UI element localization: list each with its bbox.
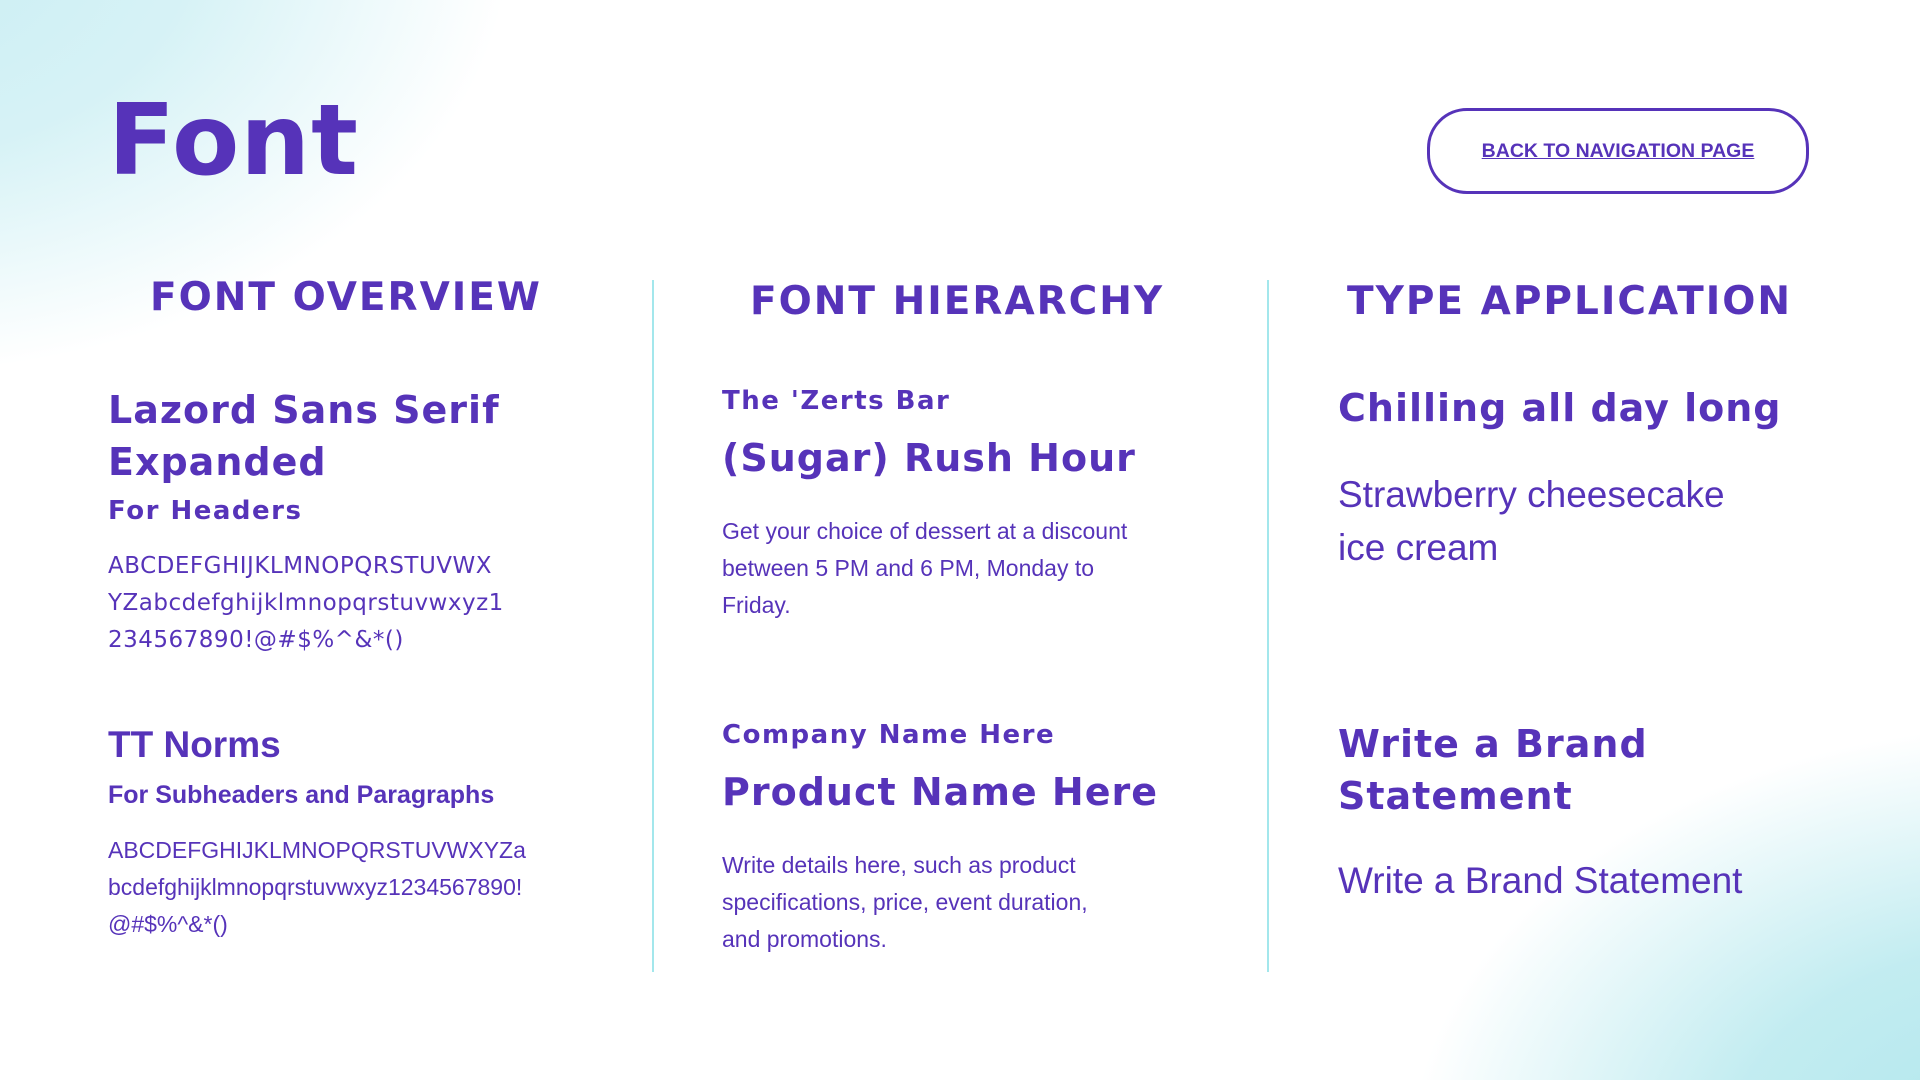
font-overview-heading: FONT OVERVIEW [150, 275, 542, 320]
primary-font-sample-line: ABCDEFGHIJKLMNOPQRSTUVWX [108, 553, 493, 579]
application-sub-line: ice cream [1338, 527, 1499, 568]
hierarchy-body-line: Friday. [722, 592, 791, 618]
application-sub: Strawberry cheesecake ice cream [1338, 468, 1725, 574]
secondary-font-sample: ABCDEFGHIJKLMNOPQRSTUVWXYZa bcdefghijklm… [108, 832, 526, 943]
hierarchy-eyebrow: The 'Zerts Bar [722, 386, 951, 416]
hierarchy-eyebrow: Company Name Here [722, 720, 1056, 750]
secondary-font-sample-line: @#$%^&*() [108, 911, 228, 937]
application-headline: Write a Brand Statement [1338, 718, 1648, 822]
primary-font-usage: For Headers [108, 496, 303, 526]
primary-font-sample: ABCDEFGHIJKLMNOPQRSTUVWX YZabcdefghijklm… [108, 548, 504, 659]
secondary-font-sample-line: ABCDEFGHIJKLMNOPQRSTUVWXYZa [108, 837, 526, 863]
page-title: Font [108, 84, 359, 198]
hierarchy-body: Get your choice of dessert at a discount… [722, 513, 1127, 624]
hierarchy-title: (Sugar) Rush Hour [722, 436, 1136, 480]
application-sub-line: Strawberry cheesecake [1338, 474, 1725, 515]
application-headline-line: Statement [1338, 774, 1573, 818]
column-divider-1 [652, 280, 654, 972]
secondary-font-sample-line: bcdefghijklmnopqrstuvwxyz1234567890! [108, 874, 523, 900]
hierarchy-title: Product Name Here [722, 770, 1159, 814]
secondary-font-name: TT Norms [108, 724, 281, 765]
application-headline-line: Write a Brand [1338, 722, 1648, 766]
font-hierarchy-heading: FONT HIERARCHY [750, 279, 1165, 324]
primary-font-name-line1: Lazord Sans Serif [108, 388, 500, 432]
application-sub: Write a Brand Statement [1338, 860, 1743, 901]
hierarchy-body-line: between 5 PM and 6 PM, Monday to [722, 555, 1095, 581]
secondary-font-usage: For Subheaders and Paragraphs [108, 781, 495, 809]
column-divider-2 [1267, 280, 1269, 972]
hierarchy-body-line: specifications, price, event duration, [722, 889, 1088, 915]
type-application-heading: TYPE APPLICATION [1347, 279, 1793, 324]
back-to-navigation-button[interactable]: BACK TO NAVIGATION PAGE [1427, 108, 1809, 194]
primary-font-sample-line: 234567890!@#$%^&*() [108, 627, 404, 653]
primary-font-name-line2: Expanded [108, 440, 327, 484]
primary-font-name: Lazord Sans Serif Expanded [108, 384, 500, 488]
hierarchy-body: Write details here, such as product spec… [722, 847, 1088, 958]
hierarchy-body-line: Get your choice of dessert at a discount [722, 518, 1128, 544]
hierarchy-body-line: Write details here, such as product [722, 852, 1076, 878]
primary-font-sample-line: YZabcdefghijklmnopqrstuvwxyz1 [108, 590, 504, 616]
application-headline: Chilling all day long [1338, 386, 1782, 430]
hierarchy-body-line: and promotions. [722, 926, 887, 952]
